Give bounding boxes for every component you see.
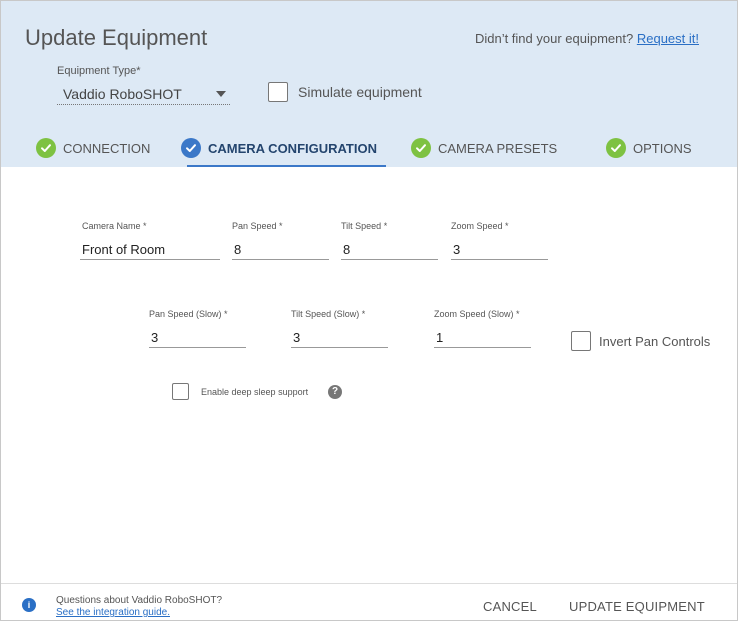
pan-speed-input[interactable]: 8 — [232, 238, 329, 260]
invert-pan-label: Invert Pan Controls — [599, 333, 711, 349]
tab-connection[interactable]: CONNECTION — [36, 129, 150, 167]
request-it-link[interactable]: Request it! — [637, 31, 699, 46]
zoom-speed-label: Zoom Speed * — [451, 221, 509, 231]
deep-sleep-label: Enable deep sleep support — [201, 386, 309, 397]
info-icon: i — [22, 598, 36, 612]
tilt-speed-slow-label: Tilt Speed (Slow) * — [291, 309, 366, 319]
pan-speed-slow-input[interactable]: 3 — [149, 326, 246, 348]
integration-guide-link[interactable]: See the integration guide. — [56, 607, 170, 618]
tab-label: OPTIONS — [633, 140, 692, 156]
tilt-speed-field: Tilt Speed * 8 — [341, 221, 438, 260]
tab-options[interactable]: OPTIONS — [606, 129, 692, 167]
camera-name-label: Camera Name * — [82, 221, 147, 231]
check-circle-icon — [606, 138, 626, 158]
dialog-header: Update Equipment Didn’t find your equipm… — [1, 1, 737, 167]
check-circle-icon — [411, 138, 431, 158]
help-icon[interactable]: ? — [328, 384, 343, 399]
equipment-type-value: Vaddio RoboSHOT — [63, 86, 182, 102]
tilt-speed-label: Tilt Speed * — [341, 221, 388, 231]
camera-name-field: Camera Name * Front of Room — [80, 221, 220, 260]
tilt-speed-input[interactable]: 8 — [341, 238, 438, 260]
deep-sleep-checkbox[interactable] — [172, 383, 189, 400]
zoom-speed-input[interactable]: 3 — [451, 238, 548, 260]
tilt-speed-slow-field: Tilt Speed (Slow) * 3 — [291, 309, 388, 348]
simulate-equipment-option[interactable]: Simulate equipment — [268, 82, 422, 102]
invert-pan-checkbox[interactable] — [571, 331, 591, 351]
tilt-speed-slow-input[interactable]: 3 — [291, 326, 388, 348]
tab-label: CAMERA CONFIGURATION — [208, 140, 377, 156]
wizard-tabs: CONNECTION CAMERA CONFIGURATION CAMERA P… — [1, 129, 737, 167]
cancel-button[interactable]: CANCEL — [483, 599, 537, 614]
check-circle-icon — [36, 138, 56, 158]
request-prompt: Didn’t find your equipment? — [474, 31, 634, 46]
pan-speed-field: Pan Speed * 8 — [232, 221, 329, 260]
zoom-speed-slow-label: Zoom Speed (Slow) * — [434, 309, 520, 319]
simulate-equipment-checkbox[interactable] — [268, 82, 288, 102]
camera-name-input[interactable]: Front of Room — [80, 238, 220, 260]
zoom-speed-slow-field: Zoom Speed (Slow) * 1 — [434, 309, 531, 348]
equipment-type-label: Equipment Type* — [57, 65, 141, 77]
tab-label: CAMERA PRESETS — [438, 140, 558, 156]
integration-question: Questions about Vaddio RoboSHOT? — [56, 595, 223, 606]
tab-camera-configuration[interactable]: CAMERA CONFIGURATION — [181, 129, 377, 167]
equipment-type-select[interactable]: Vaddio RoboSHOT — [57, 83, 230, 105]
zoom-speed-slow-input[interactable]: 1 — [434, 326, 531, 348]
check-circle-icon — [181, 138, 201, 158]
zoom-speed-field: Zoom Speed * 3 — [451, 221, 548, 260]
update-equipment-button[interactable]: UPDATE EQUIPMENT — [569, 599, 705, 614]
request-equipment-text: Didn’t find your equipment? Request it! — [475, 31, 699, 46]
deep-sleep-option[interactable]: Enable deep sleep support ? — [172, 383, 343, 400]
tab-label: CONNECTION — [63, 140, 151, 156]
simulate-equipment-label: Simulate equipment — [298, 84, 422, 100]
pan-speed-slow-field: Pan Speed (Slow) * 3 — [149, 309, 246, 348]
active-tab-indicator — [187, 165, 386, 167]
update-equipment-dialog: Update Equipment Didn’t find your equipm… — [0, 0, 738, 621]
invert-pan-option[interactable]: Invert Pan Controls — [571, 331, 710, 351]
pan-speed-slow-label: Pan Speed (Slow) * — [149, 309, 228, 319]
tab-camera-presets[interactable]: CAMERA PRESETS — [411, 129, 557, 167]
dialog-title: Update Equipment — [25, 25, 208, 50]
pan-speed-label: Pan Speed * — [232, 221, 283, 231]
dialog-footer: i Questions about Vaddio RoboSHOT? See t… — [1, 583, 737, 620]
caret-down-icon — [216, 91, 226, 97]
